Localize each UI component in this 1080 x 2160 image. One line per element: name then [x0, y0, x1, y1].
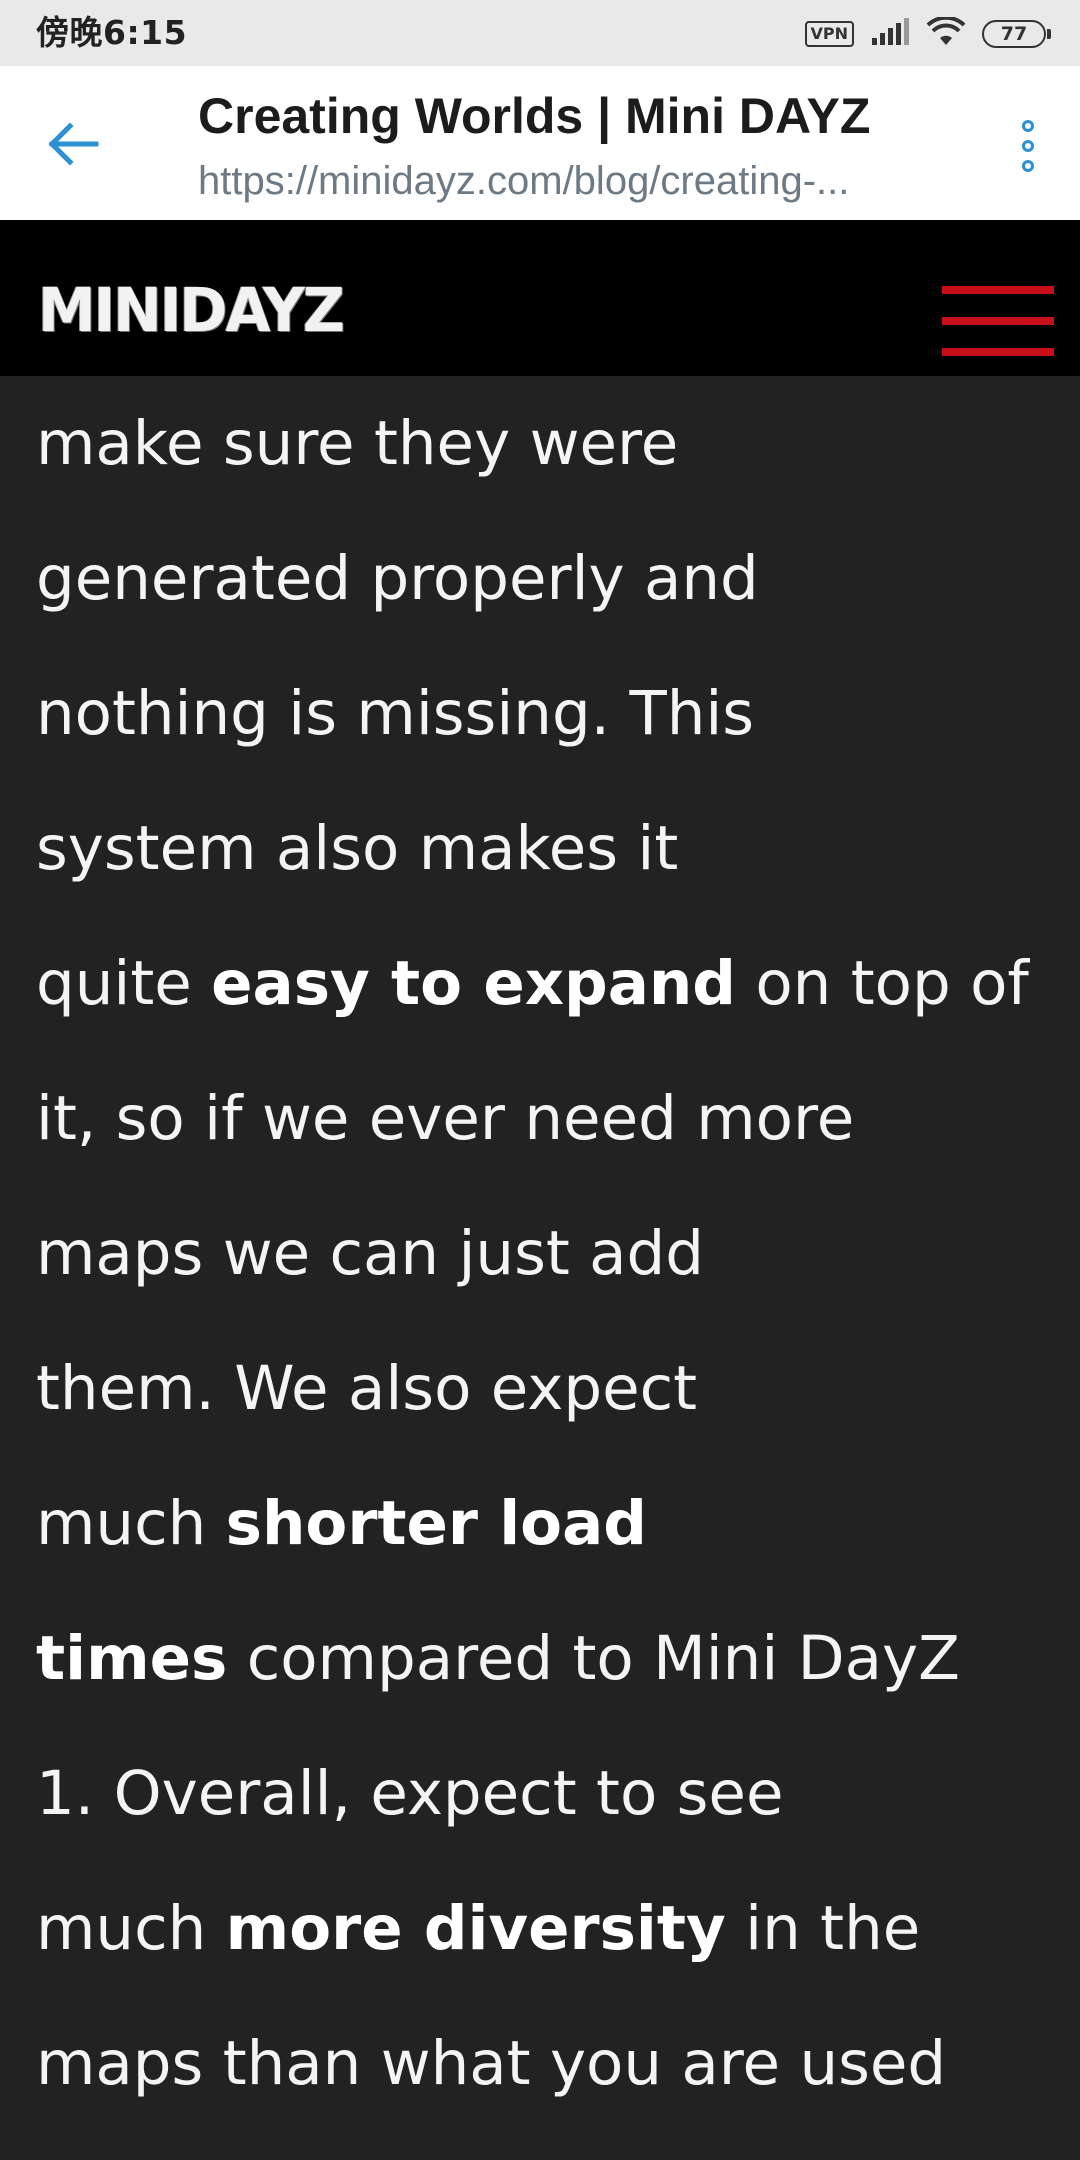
text-segment: nothing is missing. This: [36, 678, 755, 749]
hamburger-menu-button[interactable]: [942, 286, 1054, 356]
status-time: 傍晚6:15: [36, 13, 188, 52]
article-line: quite easy to expand on top of: [36, 916, 1044, 1051]
article-line: maps we can just add: [36, 1186, 1044, 1321]
status-bar: 傍晚6:15 VPN 77: [0, 0, 1080, 66]
text-segment: much: [36, 1488, 226, 1559]
more-dot-icon: [1022, 140, 1034, 152]
signal-icon: [870, 18, 910, 50]
more-dot-icon: [1022, 120, 1034, 132]
article-line: make sure they were: [36, 376, 1044, 511]
browser-app-bar: Creating Worlds | Mini DAYZ https://mini…: [0, 66, 1080, 220]
article-line: 1. Overall, expect to see: [36, 1726, 1044, 1861]
site-header: MINIDAYZ: [0, 220, 1080, 376]
article-line: system also makes it: [36, 781, 1044, 916]
site-logo[interactable]: MINIDAYZ: [38, 276, 345, 343]
text-segment: much: [36, 1893, 226, 1964]
text-segment: compared to Mini DayZ: [227, 1623, 960, 1694]
article-line: nothing is missing. This: [36, 646, 1044, 781]
bold-text: shorter load: [225, 1488, 647, 1559]
article-line: maps than what you are used: [36, 1996, 1044, 2131]
menu-bar-icon: [942, 317, 1054, 325]
text-segment: in the: [725, 1893, 921, 1964]
text-segment: make sure they were: [36, 408, 679, 479]
article-line: times compared to Mini DayZ: [36, 1591, 1044, 1726]
article-line: much more diversity in the: [36, 1861, 1044, 1996]
wifi-icon: [926, 15, 966, 51]
menu-bar-icon: [942, 286, 1054, 294]
text-segment: them. We also expect: [36, 1353, 698, 1424]
article-paragraph: make sure they were generated properly an…: [0, 376, 1080, 2131]
text-segment: maps we can just add: [36, 1218, 704, 1289]
text-segment: it, so if we ever need more: [36, 1083, 855, 1154]
page-url[interactable]: https://minidayz.com/blog/creating-...: [198, 156, 938, 206]
bold-text: easy to expand: [211, 948, 736, 1019]
battery-icon: 77: [982, 20, 1051, 48]
text-segment: system also makes it: [36, 813, 679, 884]
article-line: much shorter load: [36, 1456, 1044, 1591]
page-title: Creating Worlds | Mini DAYZ: [198, 88, 871, 144]
article-line: it, so if we ever need more: [36, 1051, 1044, 1186]
status-icons: VPN 77: [804, 14, 1051, 54]
battery-level: 77: [1000, 23, 1028, 45]
article-line: generated properly and: [36, 511, 1044, 646]
arrow-left-icon: [48, 122, 99, 166]
back-button[interactable]: [42, 112, 106, 176]
text-segment: maps than what you are used: [36, 2028, 947, 2099]
more-dot-icon: [1022, 160, 1034, 172]
menu-bar-icon: [942, 348, 1054, 356]
article-line: them. We also expect: [36, 1321, 1044, 1456]
vpn-icon: VPN: [804, 21, 854, 47]
text-segment: on top of: [735, 948, 1029, 1019]
text-segment: generated properly and: [36, 543, 759, 614]
article-body: make sure they were generated properly an…: [0, 376, 1080, 2160]
text-segment: quite: [36, 948, 212, 1019]
bold-text: more diversity: [225, 1893, 726, 1964]
bold-text: times: [36, 1623, 228, 1694]
text-segment: 1. Overall, expect to see: [36, 1758, 784, 1829]
more-options-button[interactable]: [1004, 110, 1052, 182]
